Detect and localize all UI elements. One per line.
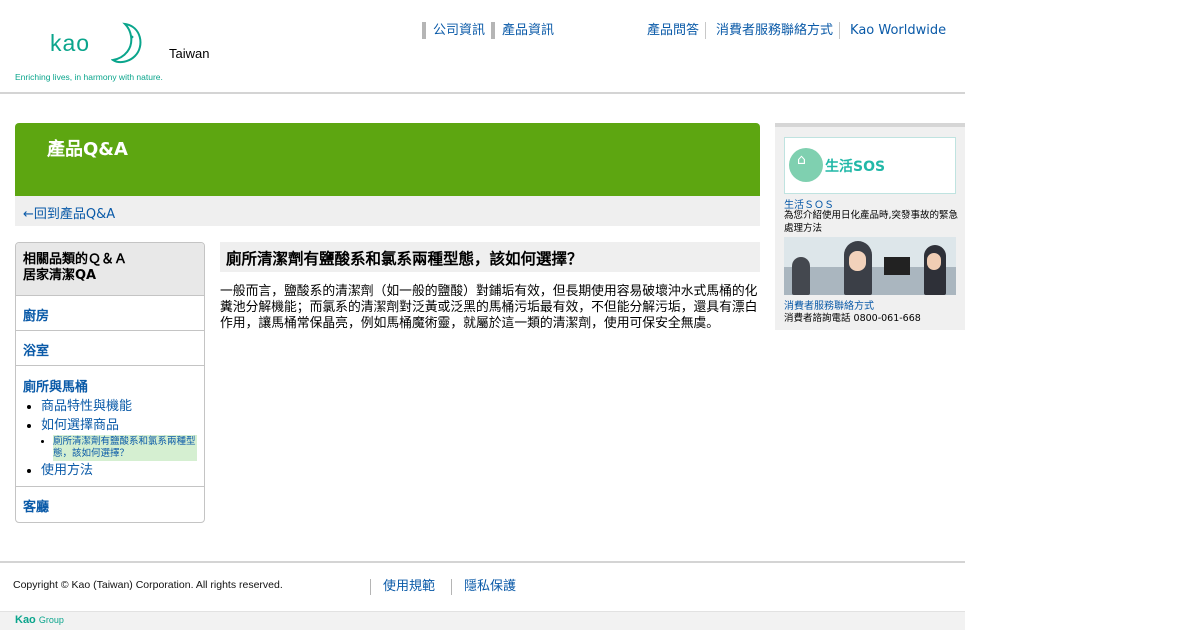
answer-text: 一般而言，鹽酸系的清潔劑（如一般的鹽酸）對鋪垢有效，但長期使用容易破壞沖水式馬桶… bbox=[220, 284, 758, 331]
nav-product-info[interactable]: 產品資訊 bbox=[491, 22, 554, 39]
side-panel: ⌂ 生活SOS 生活ＳＯＳ 為您介紹使用日化產品時,突發事故的緊急處理方法 消費… bbox=[775, 123, 965, 330]
back-bar: ←回到產品Q&A bbox=[15, 196, 760, 226]
list-item: 如何選擇商品 廁所清潔劑有鹽酸系和氯系兩種型態，該如何選擇？ bbox=[41, 416, 197, 461]
menu-link-kitchen[interactable]: 廚房 bbox=[23, 305, 197, 324]
menu-section-kitchen: 廚房 bbox=[16, 296, 204, 331]
question-title: 廁所清潔劑有鹽酸系和氯系兩種型態，該如何選擇？ bbox=[220, 242, 760, 272]
menu-section-living-room: 客廳 bbox=[16, 487, 204, 515]
nav-company-info[interactable]: 公司資訊 bbox=[422, 22, 485, 39]
submenu-link-current-question[interactable]: 廁所清潔劑有鹽酸系和氯系兩種型態，該如何選擇？ bbox=[53, 435, 197, 461]
region-label: Taiwan bbox=[169, 46, 210, 61]
call-center-monitor bbox=[884, 257, 910, 275]
kao-logo[interactable]: kao Enriching lives, in harmony with nat… bbox=[15, 22, 167, 86]
back-to-qa-link[interactable]: ←回到產品Q&A bbox=[23, 203, 115, 222]
category-menu: 相關品類的Ｑ＆Ａ 居家清潔QA 廚房 浴室 廁所與馬桶 商品特性與機能 如何選擇… bbox=[15, 242, 205, 523]
sos-banner-label: 生活SOS bbox=[825, 159, 886, 175]
list-item: 使用方法 bbox=[41, 461, 197, 480]
menu-heading-subtitle: 居家清潔QA bbox=[23, 268, 97, 283]
privacy-link[interactable]: 隱私保護 bbox=[451, 579, 532, 595]
menu-link-bathroom[interactable]: 浴室 bbox=[23, 340, 197, 359]
group-logo-word: Kao bbox=[15, 614, 36, 626]
copyright-text: Copyright © Kao (Taiwan) Corporation. Al… bbox=[13, 579, 283, 591]
menu-heading: 相關品類的Ｑ＆Ａ 居家清潔QA bbox=[16, 243, 204, 296]
kao-group-bar: Kao Group bbox=[0, 611, 965, 630]
call-center-agent-right-face bbox=[927, 253, 941, 270]
house-icon-circle bbox=[789, 148, 823, 182]
logo-wordmark: kao bbox=[50, 30, 91, 56]
primary-nav: 公司資訊 產品資訊 bbox=[422, 22, 560, 39]
consumer-hotline: 消費者諮詢電話 0800-061-668 bbox=[784, 313, 921, 324]
logo-tagline: Enriching lives, in harmony with nature. bbox=[15, 72, 163, 82]
group-logo-label: Group bbox=[38, 615, 64, 625]
nav-consumer-contact[interactable]: 消費者服務聯絡方式 bbox=[705, 22, 839, 39]
list-item: 商品特性與機能 bbox=[41, 397, 197, 416]
menu-heading-title: 相關品類的Ｑ＆Ａ bbox=[23, 252, 128, 267]
menu-link-living-room[interactable]: 客廳 bbox=[23, 496, 197, 515]
nav-product-qa[interactable]: 產品問答 bbox=[647, 22, 705, 39]
call-center-agent-left bbox=[792, 257, 810, 295]
site-header: kao Enriching lives, in harmony with nat… bbox=[0, 0, 965, 94]
menu-section-bathroom: 浴室 bbox=[16, 331, 204, 366]
page-banner: 產品Q&A bbox=[15, 123, 760, 196]
how-to-choose-submenu: 廁所清潔劑有鹽酸系和氯系兩種型態，該如何選擇？ bbox=[53, 435, 197, 461]
submenu-link-features[interactable]: 商品特性與機能 bbox=[41, 399, 132, 414]
nav-kao-worldwide[interactable]: Kao Worldwide bbox=[839, 22, 952, 39]
menu-link-toilet[interactable]: 廁所與馬桶 bbox=[23, 376, 197, 395]
house-icon: ⌂ bbox=[797, 152, 806, 168]
call-center-agent-main-face bbox=[849, 251, 866, 271]
submenu-link-usage[interactable]: 使用方法 bbox=[41, 463, 93, 478]
terms-of-use-link[interactable]: 使用規範 bbox=[370, 579, 451, 595]
kao-group-logo[interactable]: Kao Group bbox=[15, 614, 64, 626]
footer-links: 使用規範 隱私保護 bbox=[370, 579, 532, 595]
moon-logo-icon bbox=[111, 22, 142, 64]
life-sos-description: 為您介紹使用日化產品時,突發事故的緊急處理方法 bbox=[784, 210, 959, 234]
page-title: 產品Q&A bbox=[47, 139, 128, 160]
list-item: 廁所清潔劑有鹽酸系和氯系兩種型態，該如何選擇？ bbox=[53, 435, 197, 461]
call-center-image[interactable] bbox=[784, 237, 956, 295]
life-sos-banner[interactable]: ⌂ 生活SOS bbox=[784, 137, 956, 194]
menu-section-toilet: 廁所與馬桶 商品特性與機能 如何選擇商品 廁所清潔劑有鹽酸系和氯系兩種型態，該如… bbox=[16, 366, 204, 487]
submenu-link-how-to-choose[interactable]: 如何選擇商品 bbox=[41, 418, 119, 433]
secondary-nav: 產品問答 消費者服務聯絡方式 Kao Worldwide bbox=[647, 22, 952, 39]
site-footer: Copyright © Kao (Taiwan) Corporation. Al… bbox=[0, 561, 965, 611]
toilet-submenu: 商品特性與機能 如何選擇商品 廁所清潔劑有鹽酸系和氯系兩種型態，該如何選擇？ 使… bbox=[41, 397, 197, 480]
